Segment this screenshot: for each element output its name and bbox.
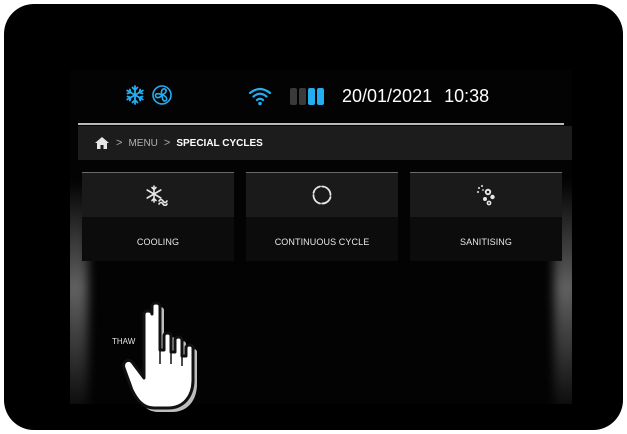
breadcrumb: > MENU > SPECIAL CYCLES: [78, 126, 572, 160]
fan-icon: [152, 85, 172, 105]
wifi-icon: [248, 87, 272, 106]
battery-cell: [290, 88, 297, 105]
breadcrumb-menu[interactable]: MENU: [128, 138, 157, 149]
breadcrumb-current: SPECIAL CYCLES: [176, 137, 263, 149]
battery-cell: [308, 88, 315, 105]
sanitising-icon: [477, 185, 495, 206]
snowflake-icon: [126, 85, 144, 105]
mode-icons: [124, 84, 173, 106]
breadcrumb-separator: >: [116, 137, 123, 149]
breadcrumb-separator: >: [163, 137, 171, 149]
device-frame: 20/01/2021 10:38 > MENU > SPECIAL CYCLES: [4, 4, 623, 430]
home-icon[interactable]: [94, 136, 110, 150]
tile-label: CONTINUOUS CYCLE: [274, 237, 370, 247]
time-text: 10:38: [444, 86, 490, 106]
battery-icon: [290, 88, 324, 105]
cooling-tile[interactable]: COOLING: [82, 172, 234, 261]
tile-label: COOLING: [136, 237, 180, 247]
pointing-hand-icon: [122, 301, 197, 412]
tile-label: SANITISING: [459, 237, 512, 247]
sanitising-tile[interactable]: SANITISING: [410, 172, 562, 261]
battery-cell: [317, 88, 324, 105]
status-bar: 20/01/2021 10:38: [70, 70, 572, 125]
datetime: 20/01/2021 10:38: [342, 86, 489, 107]
header-divider: [78, 123, 564, 125]
battery-cell: [299, 88, 306, 105]
continuous-cycle-tile[interactable]: CONTINUOUS CYCLE: [246, 172, 398, 261]
continuous-cycle-icon: [312, 185, 332, 205]
date-text: 20/01/2021: [342, 86, 433, 106]
cooling-icon: [146, 185, 168, 206]
